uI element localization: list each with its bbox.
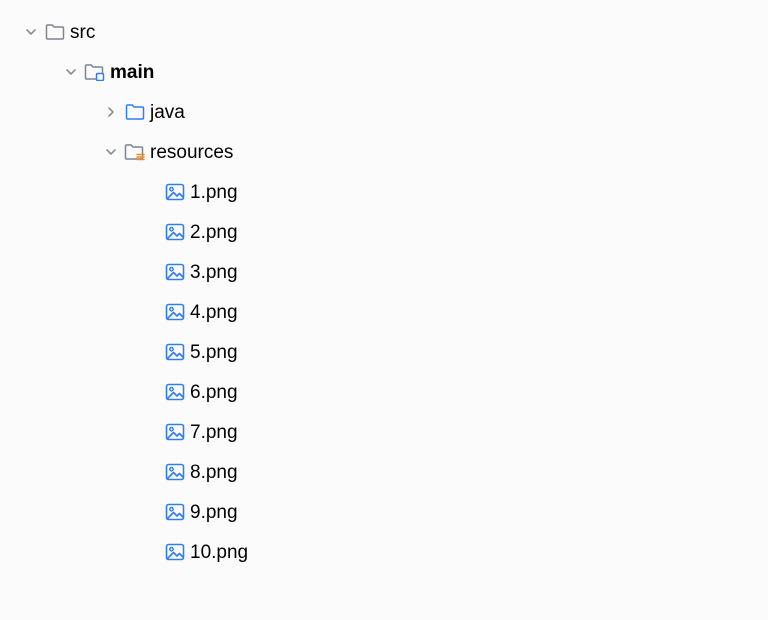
tree-label-file: 4.png xyxy=(188,303,238,322)
chevron-right-icon[interactable] xyxy=(100,106,122,118)
tree-row-file[interactable]: 7.png xyxy=(8,412,760,452)
resources-folder-icon xyxy=(122,143,148,161)
module-folder-icon xyxy=(82,63,108,81)
image-file-icon xyxy=(162,463,188,481)
tree-row-java[interactable]: java xyxy=(8,92,760,132)
chevron-down-icon[interactable] xyxy=(20,26,42,38)
folder-icon xyxy=(42,23,68,41)
tree-label-file: 5.png xyxy=(188,343,238,362)
tree-label-file: 7.png xyxy=(188,423,238,442)
image-file-icon xyxy=(162,303,188,321)
image-file-icon xyxy=(162,223,188,241)
tree-row-file[interactable]: 10.png xyxy=(8,532,760,572)
tree-label-main: main xyxy=(108,63,154,82)
tree-row-file[interactable]: 8.png xyxy=(8,452,760,492)
image-file-icon xyxy=(162,263,188,281)
tree-row-file[interactable]: 3.png xyxy=(8,252,760,292)
tree-label-file: 3.png xyxy=(188,263,238,282)
tree-row-src[interactable]: src xyxy=(8,12,760,52)
tree-label-file: 8.png xyxy=(188,463,238,482)
tree-row-file[interactable]: 2.png xyxy=(8,212,760,252)
tree-row-resources[interactable]: resources xyxy=(8,132,760,172)
tree-label-resources: resources xyxy=(148,143,233,162)
tree-row-file[interactable]: 9.png xyxy=(8,492,760,532)
tree-label-file: 9.png xyxy=(188,503,238,522)
tree-row-main[interactable]: main xyxy=(8,52,760,92)
image-file-icon xyxy=(162,183,188,201)
image-file-icon xyxy=(162,383,188,401)
tree-label-java: java xyxy=(148,103,185,122)
tree-label-src: src xyxy=(68,23,95,42)
tree-row-file[interactable]: 6.png xyxy=(8,372,760,412)
image-file-icon xyxy=(162,503,188,521)
tree-row-file[interactable]: 4.png xyxy=(8,292,760,332)
chevron-down-icon[interactable] xyxy=(60,66,82,78)
image-file-icon xyxy=(162,423,188,441)
tree-label-file: 2.png xyxy=(188,223,238,242)
image-file-icon xyxy=(162,343,188,361)
image-file-icon xyxy=(162,543,188,561)
tree-label-file: 10.png xyxy=(188,543,248,562)
chevron-down-icon[interactable] xyxy=(100,146,122,158)
tree-label-file: 6.png xyxy=(188,383,238,402)
tree-label-file: 1.png xyxy=(188,183,238,202)
tree-row-file[interactable]: 1.png xyxy=(8,172,760,212)
tree-row-file[interactable]: 5.png xyxy=(8,332,760,372)
source-folder-icon xyxy=(122,103,148,121)
